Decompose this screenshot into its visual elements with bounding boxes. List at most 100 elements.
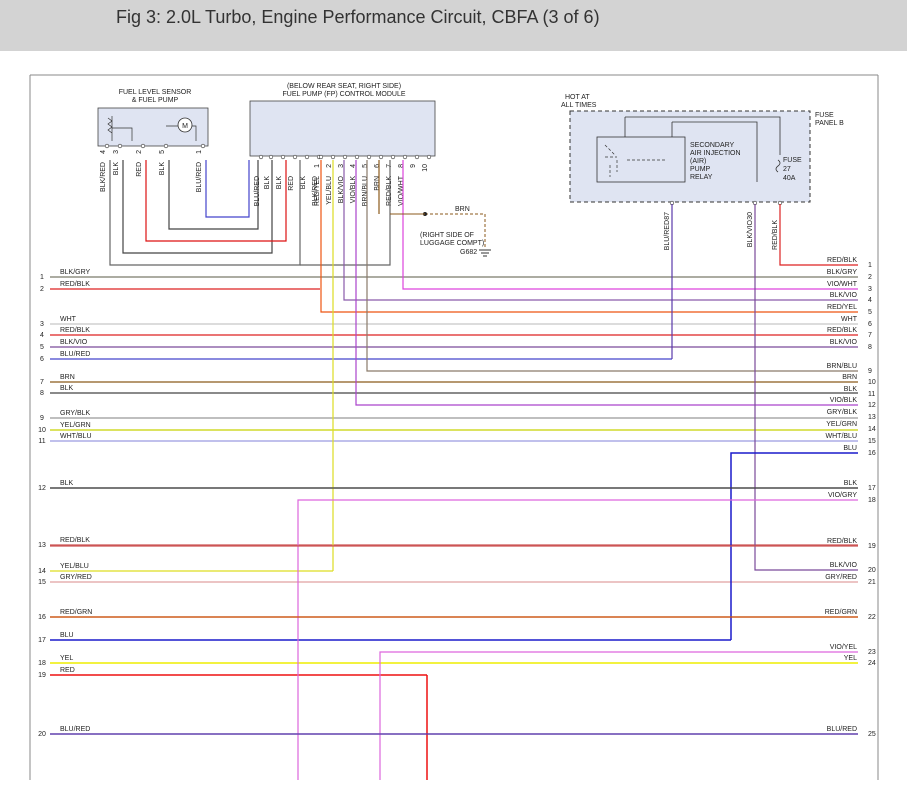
module-pin-terminal — [414, 154, 420, 160]
fp-module-title-2: FUEL PUMP (FP) CONTROL MODULE — [282, 91, 405, 98]
left-row-number: 6 — [40, 356, 44, 363]
right-row-number: 14 — [868, 426, 876, 433]
left-row-label: GRY/RED — [60, 574, 92, 581]
left-row-label: YEL — [60, 655, 73, 662]
left-row-label: BLK/GRY — [60, 269, 91, 276]
figure-title: Fig 3: 2.0L Turbo, Engine Performance Ci… — [116, 7, 600, 27]
right-row-label: VIO/WHT — [827, 281, 858, 288]
fp-control-module: (BELOW REAR SEAT, RIGHT SIDE) FUEL PUMP … — [249, 83, 436, 157]
module-pin-terminal — [366, 154, 372, 160]
ground-icon — [479, 249, 491, 257]
sensor-pin-number: 3 — [113, 150, 120, 154]
sensor-pin-wire: BLK — [113, 162, 120, 176]
fuse-panel-label-1: FUSE — [815, 112, 834, 119]
module-pin-terminal — [402, 154, 408, 160]
fuel-level-sensor: FUEL LEVEL SENSOR & FUEL PUMP M — [97, 89, 209, 147]
right-row-label: RED/BLK — [827, 257, 857, 264]
sensor-pin-wire: BLK/RED — [100, 162, 107, 192]
left-row-label: WHT — [60, 316, 77, 323]
module-pin-terminal — [318, 154, 324, 160]
relay-pin-wire: BLK/VIO — [747, 219, 754, 247]
right-row-number: 19 — [868, 543, 876, 550]
left-row-label: RED/GRN — [60, 609, 92, 616]
module-right-pin-number: 6 — [374, 164, 381, 168]
left-row-number: 3 — [40, 321, 44, 328]
wire-blk-2-sensor — [168, 160, 259, 230]
left-row-number: 8 — [40, 390, 44, 397]
module-right-pin-wire: VIO/WHT — [398, 175, 405, 206]
right-row-label: VIO/BLK — [830, 397, 858, 404]
right-row-number: 6 — [868, 321, 872, 328]
module-pin-terminal — [390, 154, 396, 160]
relay-pin-wire: BLU/RED — [664, 220, 671, 250]
wire-vio-yel — [379, 651, 858, 780]
left-row-number: 11 — [38, 438, 45, 445]
left-row-number: 20 — [38, 731, 46, 738]
module-pin-terminal — [378, 154, 384, 160]
left-row-label: YEL/GRN — [60, 422, 91, 429]
left-row-number: 2 — [40, 286, 44, 293]
sensor-pin-number: 5 — [159, 150, 166, 154]
sensor-pin-wire: BLU/RED — [196, 162, 203, 192]
right-row-number: 1 — [868, 262, 872, 269]
right-row-number: 15 — [868, 438, 876, 445]
right-row-number: 8 — [868, 344, 872, 351]
left-row-label: BLU — [60, 632, 74, 639]
wire-blu-red-sensor — [205, 160, 250, 218]
sensor-pin-terminal — [140, 143, 146, 149]
left-row-number: 9 — [40, 415, 44, 422]
fuel-sensor-title-1: FUEL LEVEL SENSOR — [119, 89, 192, 96]
hot-at-label-1: HOT AT — [565, 94, 590, 101]
wire-blk-red-module — [300, 160, 391, 266]
module-pin-terminal — [426, 154, 432, 160]
left-row-label: RED — [60, 667, 75, 674]
left-row-number: 1 — [40, 274, 44, 281]
module-pin-terminal — [280, 154, 286, 160]
fp-module-title-1: (BELOW REAR SEAT, RIGHT SIDE) — [287, 83, 401, 90]
left-row-number: 17 — [38, 637, 46, 644]
right-row-label: RED/BLK — [827, 538, 857, 545]
right-row-number: 2 — [868, 274, 872, 281]
right-row-number: 5 — [868, 309, 872, 316]
right-row-number: 17 — [868, 485, 876, 492]
right-row-label: BLK — [844, 480, 858, 487]
module-left-pin-wire: BLK — [264, 176, 271, 190]
right-row-number: 4 — [868, 297, 872, 304]
sensor-pin-wire: BLK — [159, 162, 166, 176]
relay-pin-number: 30 — [747, 212, 754, 220]
title-bar: Fig 3: 2.0L Turbo, Engine Performance Ci… — [0, 0, 907, 51]
right-row-number: 16 — [868, 450, 876, 457]
sensor-pin-wire: RED — [136, 162, 143, 177]
right-row-label: RED/GRN — [825, 609, 857, 616]
module-pin-terminal — [342, 154, 348, 160]
module-pin-terminal — [292, 154, 298, 160]
module-pin-terminal — [258, 154, 264, 160]
wires — [50, 160, 858, 780]
left-row-number: 13 — [38, 542, 46, 549]
module-right-pin-wire: RED/YEL — [314, 176, 321, 206]
left-row-number: 4 — [40, 332, 44, 339]
fuse-panel-label-2: PANEL B — [815, 120, 844, 127]
left-row-label: BLU/RED — [60, 726, 90, 733]
relay-label-3: (AIR) — [690, 158, 706, 165]
fuse-label-2: 27 — [783, 166, 791, 173]
relay-pin-number: 87 — [664, 212, 671, 220]
left-row-label: BLK/VIO — [60, 339, 88, 346]
module-right-pin-wire: BRN/BLU — [362, 176, 369, 206]
right-row-label: GRY/RED — [825, 574, 857, 581]
right-row-number: 24 — [868, 660, 876, 667]
sensor-pin-terminal — [200, 143, 206, 149]
module-left-pin-wire: BLK — [276, 176, 283, 190]
fuse-label-1: FUSE — [783, 157, 802, 164]
left-row-label: YEL/BLU — [60, 563, 89, 570]
ground-label-1: (RIGHT SIDE OF — [420, 232, 474, 239]
right-row-label: YEL/GRN — [826, 421, 857, 428]
left-row-number: 5 — [40, 344, 44, 351]
left-row-number: 16 — [38, 614, 46, 621]
sensor-pin-terminal — [117, 143, 123, 149]
right-row-label: RED/YEL — [827, 304, 857, 311]
relay-label-5: RELAY — [690, 174, 713, 181]
module-pin-terminal — [268, 154, 274, 160]
left-row-number: 15 — [38, 579, 46, 586]
right-row-number: 11 — [868, 391, 875, 398]
